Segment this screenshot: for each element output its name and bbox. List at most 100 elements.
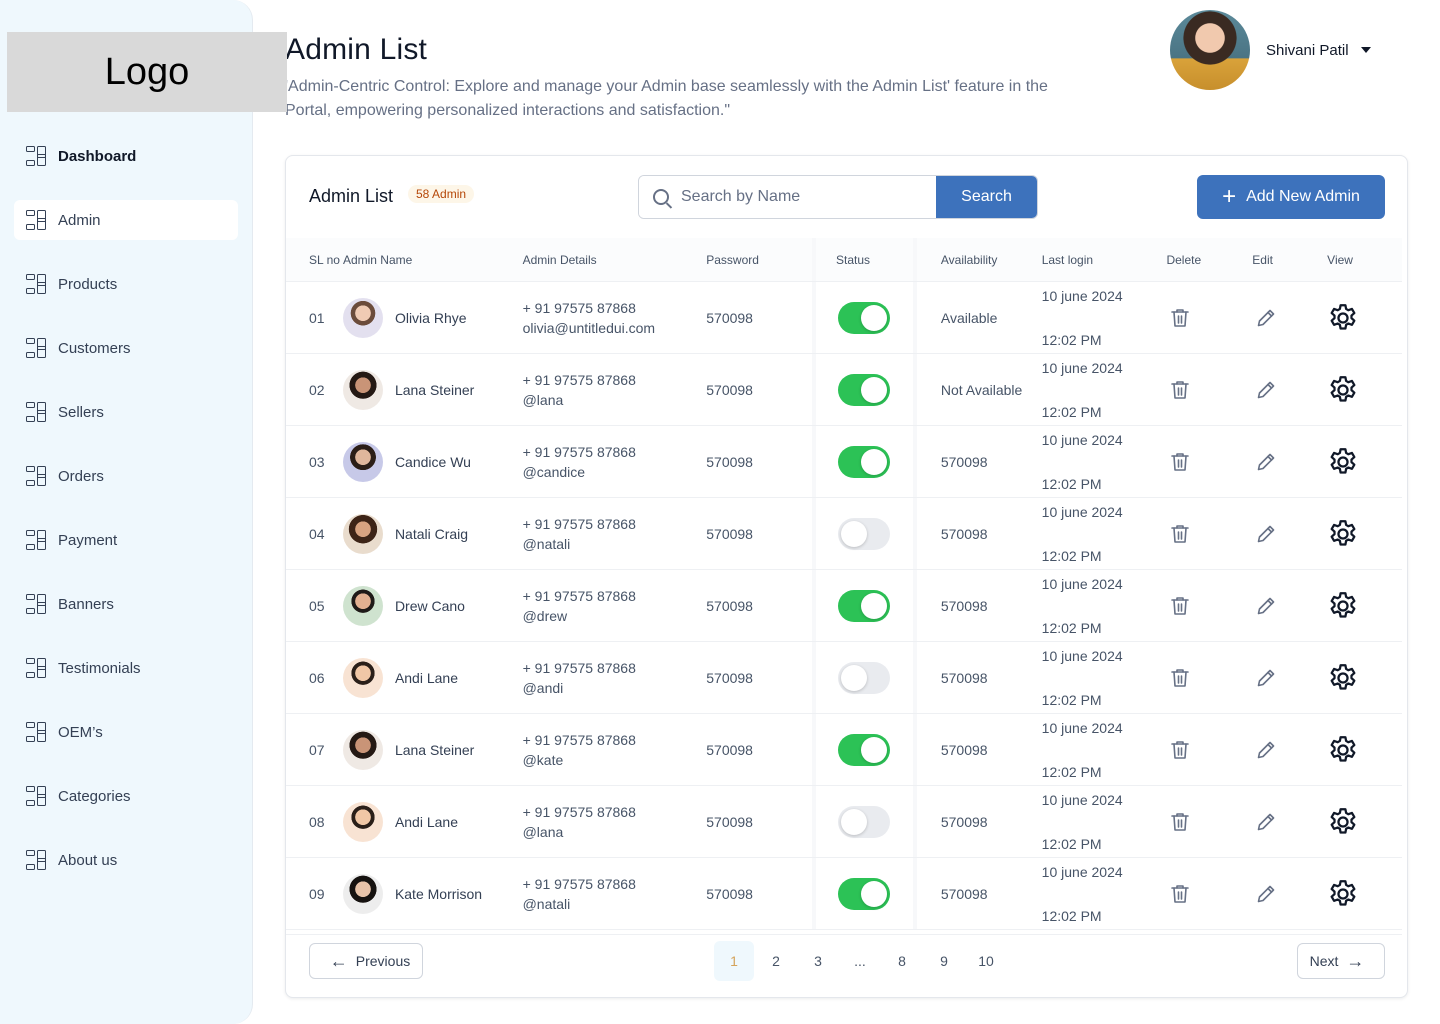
search-bar: Search	[638, 175, 1038, 219]
gear-icon[interactable]	[1326, 589, 1360, 623]
grid-icon	[26, 722, 46, 742]
add-admin-button[interactable]: + Add New Admin	[1197, 175, 1385, 219]
col-view: View	[1327, 252, 1353, 267]
gear-icon[interactable]	[1326, 661, 1360, 695]
trash-icon[interactable]	[1171, 740, 1190, 760]
admin-handle: @drew	[522, 607, 568, 624]
gear-icon[interactable]	[1326, 445, 1360, 479]
sidebar-item-customers[interactable]: Customers	[14, 328, 238, 368]
toggle-knob	[861, 304, 888, 331]
sidebar-item-products[interactable]: Products	[14, 264, 238, 304]
page-10[interactable]: 10	[966, 941, 1006, 981]
page-2[interactable]: 2	[756, 941, 796, 981]
gear-icon[interactable]	[1326, 805, 1360, 839]
admin-name: Lana Steiner	[394, 381, 475, 398]
cell-availability: 570098	[940, 453, 988, 470]
trash-icon[interactable]	[1171, 812, 1190, 832]
gear-icon[interactable]	[1326, 733, 1360, 767]
login-date: 10 june 2024	[1041, 359, 1123, 376]
pencil-icon[interactable]	[1256, 596, 1276, 616]
cell-details: + 91 97575 87868 @lana	[523, 786, 707, 857]
sidebar-item-label: Categories	[58, 787, 131, 805]
gear-icon[interactable]	[1326, 877, 1360, 911]
admin-phone: + 91 97575 87868	[522, 803, 636, 820]
cell-delete	[1166, 642, 1252, 713]
sidebar-item-label: Testimonials	[58, 659, 141, 677]
sidebar-item-admin[interactable]: Admin	[14, 200, 238, 240]
admin-name: Andi Lane	[394, 813, 458, 830]
status-toggle[interactable]	[838, 661, 891, 694]
chevron-down-icon[interactable]	[1360, 47, 1371, 53]
sidebar-item-categories[interactable]: Categories	[14, 776, 238, 816]
trash-icon[interactable]	[1171, 596, 1190, 616]
trash-icon[interactable]	[1171, 308, 1190, 328]
avatar[interactable]	[1170, 10, 1250, 90]
cell-availability: Not Available	[940, 381, 1023, 398]
logo: Logo	[7, 32, 287, 112]
sidebar-item-orders[interactable]: Orders	[14, 456, 238, 496]
status-toggle[interactable]	[838, 733, 891, 766]
col-availability: Availability	[940, 252, 998, 267]
cell-delete	[1166, 714, 1252, 785]
col-password: Password	[706, 252, 759, 267]
admin-handle: @andi	[522, 679, 564, 696]
admin-handle: @lana	[522, 391, 564, 408]
status-toggle[interactable]	[838, 517, 891, 550]
cell-view	[1327, 426, 1402, 497]
cell-status	[812, 354, 917, 425]
page-8[interactable]: 8	[882, 941, 922, 981]
page-1[interactable]: 1	[714, 941, 754, 981]
search-button[interactable]: Search	[936, 176, 1037, 218]
sidebar-item-label: Customers	[58, 339, 131, 357]
gear-icon[interactable]	[1326, 373, 1360, 407]
sidebar-item-label: OEM’s	[58, 723, 103, 741]
sidebar-item-banners[interactable]: Banners	[14, 584, 238, 624]
status-toggle[interactable]	[838, 589, 891, 622]
previous-button[interactable]: ← Previous	[309, 943, 423, 979]
admin-name: Lana Steiner	[394, 741, 475, 758]
page-9[interactable]: 9	[924, 941, 964, 981]
pencil-icon[interactable]	[1256, 308, 1276, 328]
table-row: 09 Kate Morrison + 91 97575 87868 @natali 57…	[286, 858, 1402, 930]
pencil-icon[interactable]	[1256, 812, 1276, 832]
user-name[interactable]: Shivani Patil	[1266, 42, 1349, 59]
cell-details: + 91 97575 87868 @candice	[523, 426, 707, 497]
search-input[interactable]	[639, 176, 936, 218]
sidebar-item-oem-s[interactable]: OEM’s	[14, 712, 238, 752]
pencil-icon[interactable]	[1256, 452, 1276, 472]
status-toggle[interactable]	[838, 445, 891, 478]
page-3[interactable]: 3	[798, 941, 838, 981]
trash-icon[interactable]	[1171, 452, 1190, 472]
gear-icon[interactable]	[1326, 301, 1360, 335]
status-toggle[interactable]	[838, 877, 891, 910]
status-toggle[interactable]	[838, 373, 891, 406]
sidebar-item-label: About us	[58, 851, 118, 869]
trash-icon[interactable]	[1171, 524, 1190, 544]
trash-icon[interactable]	[1171, 884, 1190, 904]
trash-icon[interactable]	[1171, 668, 1190, 688]
cell-last-login: 10 june 2024 12:02 PM	[1042, 282, 1167, 353]
cell-details: + 91 97575 87868 olivia@untitledui.com	[523, 282, 707, 353]
cell-details: + 91 97575 87868 @natali	[523, 498, 707, 569]
sidebar-item-about-us[interactable]: About us	[14, 840, 238, 880]
next-button[interactable]: Next →	[1297, 943, 1385, 979]
sidebar-item-dashboard[interactable]: Dashboard	[14, 136, 238, 176]
status-toggle[interactable]	[838, 301, 891, 334]
grid-icon	[26, 210, 46, 230]
sidebar-item-sellers[interactable]: Sellers	[14, 392, 238, 432]
sidebar-item-payment[interactable]: Payment	[14, 520, 238, 560]
sidebar-item-label: Sellers	[58, 403, 104, 421]
cell-view	[1327, 786, 1402, 857]
pencil-icon[interactable]	[1256, 884, 1276, 904]
admin-handle: olivia@untitledui.com	[522, 319, 656, 336]
trash-icon[interactable]	[1171, 380, 1190, 400]
sidebar-item-testimonials[interactable]: Testimonials	[14, 648, 238, 688]
gear-icon[interactable]	[1326, 517, 1360, 551]
login-time: 12:02 PM	[1041, 763, 1102, 780]
pencil-icon[interactable]	[1256, 524, 1276, 544]
pencil-icon[interactable]	[1256, 380, 1276, 400]
user-menu[interactable]: Shivani Patil	[1170, 10, 1371, 90]
pencil-icon[interactable]	[1256, 668, 1276, 688]
status-toggle[interactable]	[838, 805, 891, 838]
pencil-icon[interactable]	[1256, 740, 1276, 760]
